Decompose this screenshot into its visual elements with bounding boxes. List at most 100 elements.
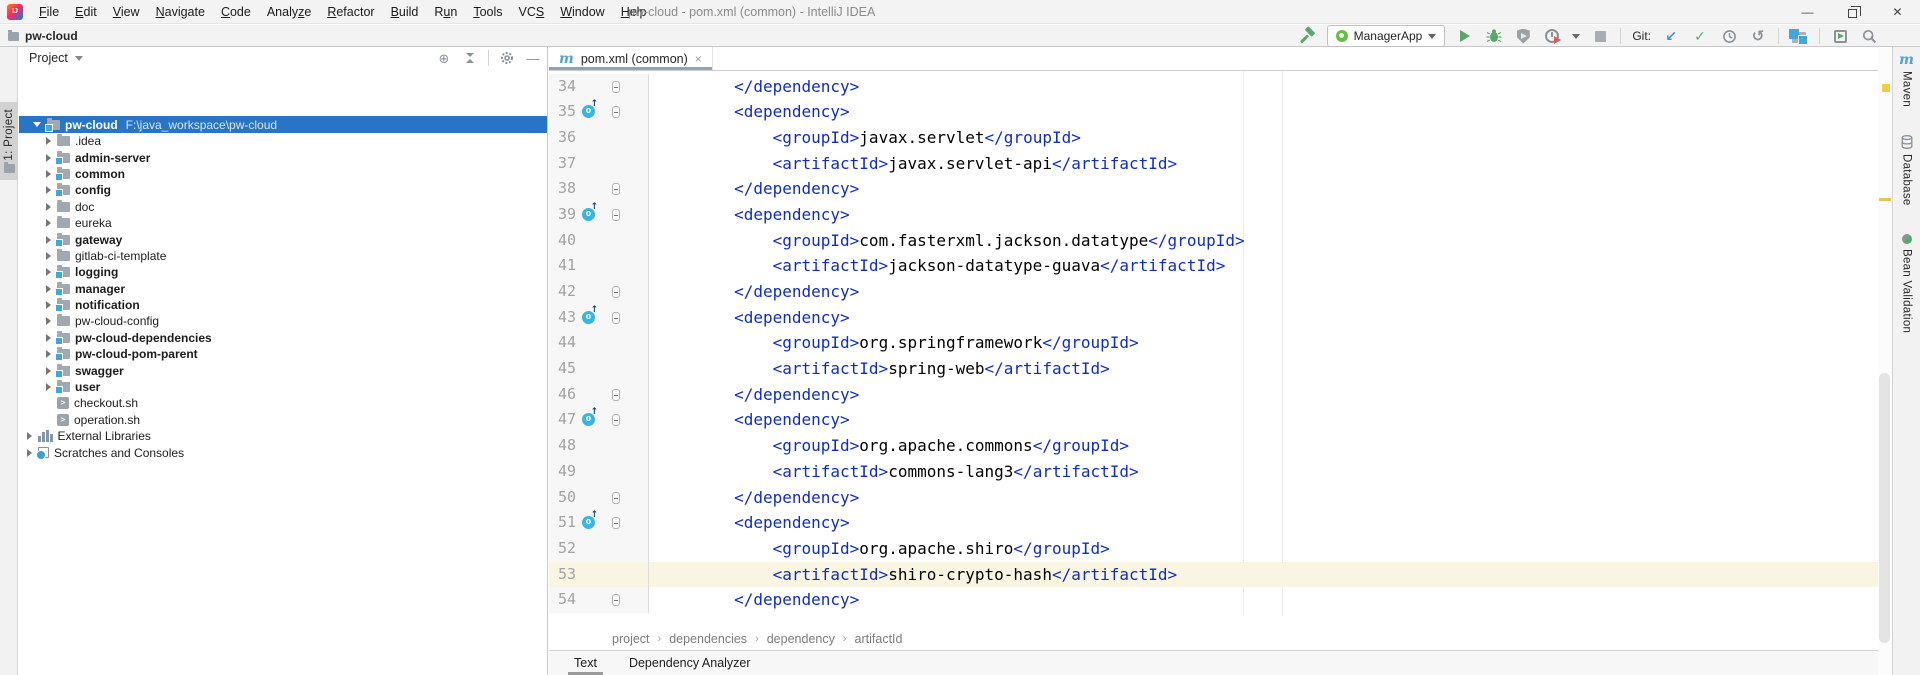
run-configuration-select[interactable]: ManagerApp	[1327, 25, 1446, 47]
tree-item-pw-cloud-dependencies[interactable]: pw-cloud-dependencies	[19, 330, 547, 346]
build-hammer-button[interactable]	[1298, 27, 1316, 45]
chevron-down-icon[interactable]	[1572, 34, 1580, 39]
chevron-collapsed-icon[interactable]	[46, 252, 51, 260]
code-line-41[interactable]: 41 <artifactId>jackson-datatype-guava</a…	[549, 253, 1878, 279]
fold-marker-icon[interactable]	[612, 81, 620, 93]
code-text[interactable]: </dependency>	[649, 74, 1878, 100]
close-tab-icon[interactable]: ×	[695, 52, 702, 66]
code-line-43[interactable]: 43o <dependency>	[549, 305, 1878, 331]
fold-marker-icon[interactable]	[612, 183, 620, 195]
code-line-39[interactable]: 39o <dependency>	[549, 202, 1878, 228]
tree-item-common[interactable]: common	[19, 166, 547, 182]
chevron-collapsed-icon[interactable]	[46, 285, 51, 293]
fold-marker-icon[interactable]	[612, 106, 620, 118]
menu-run[interactable]: Run	[426, 5, 465, 19]
tree-item-checkout-sh[interactable]: >checkout.sh	[19, 395, 547, 411]
menu-refactor[interactable]: Refactor	[319, 5, 382, 19]
breadcrumb-item-artifactid[interactable]: artifactId	[855, 632, 903, 646]
menu-edit[interactable]: Edit	[67, 5, 105, 19]
fold-marker-icon[interactable]	[612, 389, 620, 401]
chevron-collapsed-icon[interactable]	[27, 432, 32, 440]
menu-code[interactable]: Code	[213, 5, 259, 19]
code-line-54[interactable]: 54 </dependency>	[549, 587, 1878, 613]
code-line-46[interactable]: 46 </dependency>	[549, 382, 1878, 408]
fold-marker-icon[interactable]	[612, 594, 620, 606]
code-text[interactable]: <groupId>javax.servlet</groupId>	[649, 125, 1878, 151]
tree-item-user[interactable]: user	[19, 379, 547, 395]
navbar-item-pw-cloud[interactable]: pw-cloud	[25, 29, 78, 43]
tree-item-operation-sh[interactable]: >operation.sh	[19, 412, 547, 428]
run-with-coverage-button[interactable]	[1514, 27, 1532, 45]
chevron-collapsed-icon[interactable]	[46, 203, 51, 211]
fold-marker-icon[interactable]	[612, 286, 620, 298]
tool-window-button-project[interactable]: 1: Project	[0, 102, 18, 180]
hide-panel-button[interactable]: —	[525, 50, 541, 66]
editor-tab-pom-xml[interactable]: m pom.xml (common) ×	[549, 47, 713, 70]
code-line-47[interactable]: 47o <dependency>	[549, 407, 1878, 433]
chevron-collapsed-icon[interactable]	[46, 334, 51, 342]
menu-vcs[interactable]: VCS	[511, 5, 553, 19]
tree-item-gateway[interactable]: gateway	[19, 231, 547, 247]
code-line-38[interactable]: 38 </dependency>	[549, 176, 1878, 202]
fold-marker-icon[interactable]	[612, 209, 620, 221]
code-text[interactable]: </dependency>	[649, 279, 1878, 305]
chevron-collapsed-icon[interactable]	[46, 219, 51, 227]
code-line-40[interactable]: 40 <groupId>com.fasterxml.jackson.dataty…	[549, 228, 1878, 254]
maven-override-icon[interactable]: o	[582, 413, 595, 426]
tree-item--idea[interactable]: .idea	[19, 133, 547, 149]
breadcrumb-item-dependency[interactable]: dependency	[767, 632, 835, 646]
code-line-34[interactable]: 34 </dependency>	[549, 74, 1878, 100]
code-text[interactable]: <dependency>	[649, 202, 1878, 228]
code-line-45[interactable]: 45 <artifactId>spring-web</artifactId>	[549, 356, 1878, 382]
code-text[interactable]: </dependency>	[649, 485, 1878, 511]
git-history-button[interactable]	[1720, 27, 1738, 45]
tool-window-button-maven[interactable]: m Maven	[1893, 47, 1920, 114]
code-text[interactable]: <groupId>org.apache.shiro</groupId>	[649, 536, 1878, 562]
fold-marker-icon[interactable]	[612, 517, 620, 529]
breadcrumb-item-project[interactable]: project	[612, 632, 650, 646]
chevron-collapsed-icon[interactable]	[46, 154, 51, 162]
chevron-collapsed-icon[interactable]	[46, 383, 51, 391]
tree-item-external-libraries[interactable]: External Libraries	[19, 428, 547, 444]
tree-item-manager[interactable]: manager	[19, 281, 547, 297]
menu-file[interactable]: File	[31, 5, 67, 19]
maven-override-icon[interactable]: o	[582, 311, 595, 324]
code-line-36[interactable]: 36 <groupId>javax.servlet</groupId>	[549, 125, 1878, 151]
profiler-button[interactable]	[1543, 27, 1561, 45]
chevron-expanded-icon[interactable]	[33, 122, 41, 127]
tree-item-config[interactable]: config	[19, 182, 547, 198]
tree-item-scratches-and-consoles[interactable]: Scratches and Consoles	[19, 444, 547, 460]
debug-button[interactable]	[1485, 27, 1503, 45]
menu-window[interactable]: Window	[552, 5, 612, 19]
code-line-51[interactable]: 51o <dependency>	[549, 510, 1878, 536]
tree-item-pw-cloud-pom-parent[interactable]: pw-cloud-pom-parent	[19, 346, 547, 362]
menu-build[interactable]: Build	[383, 5, 427, 19]
tree-item-root-pw-cloud[interactable]: pw-cloudF:\java_workspace\pw-cloud	[19, 116, 547, 133]
code-text[interactable]: <dependency>	[649, 407, 1878, 433]
code-text[interactable]: <groupId>com.fasterxml.jackson.datatype<…	[649, 228, 1878, 254]
minimize-button[interactable]: —	[1785, 0, 1830, 24]
run-button[interactable]	[1456, 27, 1474, 45]
code-line-44[interactable]: 44 <groupId>org.springframework</groupId…	[549, 330, 1878, 356]
tree-item-eureka[interactable]: eureka	[19, 215, 547, 231]
code-line-49[interactable]: 49 <artifactId>commons-lang3</artifactId…	[549, 459, 1878, 485]
tool-window-button-database[interactable]: Database	[1893, 128, 1920, 213]
tab-text[interactable]: Text	[574, 651, 597, 675]
warning-marker[interactable]	[1882, 84, 1890, 92]
chevron-collapsed-icon[interactable]	[46, 301, 51, 309]
locate-file-button[interactable]: ⊕	[436, 50, 452, 66]
menu-navigate[interactable]: Navigate	[148, 5, 213, 19]
git-update-button[interactable]: ↙	[1662, 27, 1680, 45]
maven-override-icon[interactable]: o	[582, 105, 595, 118]
code-text[interactable]: <dependency>	[649, 305, 1878, 331]
code-line-48[interactable]: 48 <groupId>org.apache.commons</groupId>	[549, 433, 1878, 459]
code-text[interactable]: <artifactId>javax.servlet-api</artifactI…	[649, 151, 1878, 177]
maven-override-icon[interactable]: o	[582, 208, 595, 221]
tree-item-pw-cloud-config[interactable]: pw-cloud-config	[19, 313, 547, 329]
code-text[interactable]: </dependency>	[649, 382, 1878, 408]
menu-analyze[interactable]: Analyze	[259, 5, 319, 19]
project-view-selector[interactable]: Project	[29, 51, 68, 65]
code-line-50[interactable]: 50 </dependency>	[549, 485, 1878, 511]
fold-marker-icon[interactable]	[612, 492, 620, 504]
code-text[interactable]: <artifactId>commons-lang3</artifactId>	[649, 459, 1878, 485]
